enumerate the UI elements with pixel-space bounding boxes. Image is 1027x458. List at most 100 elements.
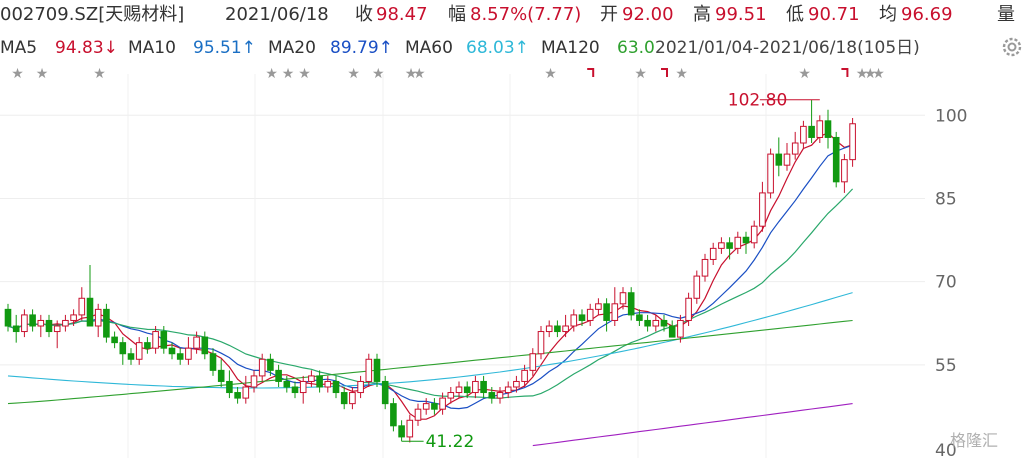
- candle-body: [119, 342, 127, 355]
- candle-body: [357, 380, 364, 394]
- candle-body: [668, 325, 676, 338]
- candle-body: [808, 125, 815, 138]
- y-tick-label: 85: [935, 189, 957, 209]
- candle-body: [529, 353, 537, 371]
- candle: [291, 381, 299, 399]
- candle: [62, 314, 69, 332]
- candle-body: [62, 319, 69, 327]
- ma-legend: MA5 94.83↓ MA10 95.51↑ MA20 89.79↑ MA60 …: [0, 33, 1027, 61]
- candle: [767, 148, 774, 199]
- candle-body: [537, 331, 545, 355]
- candle: [357, 375, 364, 399]
- candle-body: [37, 319, 45, 327]
- candle-body: [693, 275, 701, 299]
- candle: [775, 137, 783, 177]
- candle-body: [554, 325, 561, 333]
- candle: [545, 320, 553, 338]
- candle-body: [783, 153, 791, 166]
- candle-body: [619, 292, 627, 305]
- candle-body: [398, 425, 405, 438]
- y-tick-label: 55: [935, 356, 957, 376]
- candle-body: [406, 419, 414, 438]
- candle: [537, 326, 545, 360]
- candle: [422, 398, 430, 415]
- candle-body: [455, 386, 463, 394]
- avg-value: 96.69: [901, 4, 953, 25]
- quote-date: 2021/06/18: [225, 4, 329, 25]
- candle: [185, 337, 192, 365]
- candle: [431, 398, 438, 415]
- candle-body: [340, 392, 348, 405]
- candle: [759, 181, 766, 232]
- candle: [750, 220, 758, 249]
- candle: [529, 348, 537, 376]
- candle: [734, 231, 742, 254]
- candle-body: [373, 358, 381, 382]
- candle: [742, 231, 750, 254]
- gear-icon[interactable]: [1001, 36, 1023, 58]
- candle-body: [636, 314, 643, 321]
- candle-body: [742, 236, 750, 244]
- event-markers: ★ ★ ★ ★ ★ ★ ★ ★ ★★ ★ ★ ★ ★ ★★★: [11, 66, 885, 82]
- candle-body: [431, 403, 438, 410]
- candle-body: [152, 331, 159, 349]
- candle-body: [586, 308, 594, 321]
- candle-body: [144, 342, 151, 349]
- candle: [709, 242, 717, 265]
- candle: [627, 287, 635, 321]
- quote-header: 002709.SZ[天赐材料] 2021/06/18 收 98.47 幅 8.5…: [0, 0, 1027, 30]
- ma120-line: [7, 319, 853, 405]
- chart-grid: [0, 74, 925, 458]
- flag-marker: [661, 68, 668, 77]
- candle-body: [250, 375, 258, 388]
- candle-body: [316, 375, 323, 388]
- stock-code-name: 002709.SZ[天赐材料]: [0, 4, 185, 25]
- candle-body: [226, 380, 233, 394]
- candle: [398, 420, 405, 442]
- candle: [832, 131, 840, 188]
- star-marker: ★: [265, 66, 278, 82]
- candle: [726, 237, 733, 260]
- candle-body: [496, 392, 504, 399]
- candle-body: [193, 336, 200, 349]
- candle-body: [209, 353, 217, 371]
- candle-body: [267, 358, 274, 371]
- change-value: 8.57%(7.77): [470, 4, 582, 25]
- candle: [373, 353, 381, 387]
- candle-body: [800, 125, 807, 144]
- candle: [37, 314, 45, 338]
- candle-body: [299, 380, 307, 394]
- candle: [562, 314, 569, 338]
- candle-body: [644, 319, 651, 327]
- candle: [12, 314, 20, 343]
- star-marker: ★: [36, 66, 49, 82]
- candle: [554, 320, 561, 338]
- candle-body: [570, 314, 578, 327]
- candle-body: [832, 136, 840, 183]
- moving-average-lines: [7, 132, 854, 447]
- candle-body: [201, 336, 209, 355]
- star-marker: ★: [798, 66, 811, 82]
- y-tick-label: 70: [935, 273, 957, 293]
- candle-body: [234, 392, 241, 399]
- high-label: 高: [693, 4, 711, 25]
- candle: [652, 314, 660, 332]
- high-annotation: 102.80: [728, 91, 787, 111]
- candle-body: [324, 380, 332, 388]
- candle-body: [562, 325, 569, 333]
- candle: [841, 154, 848, 193]
- candle: [636, 309, 643, 326]
- candle-body: [275, 369, 282, 382]
- candle-body: [677, 319, 684, 338]
- candle-body: [78, 297, 86, 316]
- candle-body: [775, 153, 783, 166]
- ma20-label: MA20: [268, 38, 316, 58]
- extreme-annotations: 102.80 41.22: [401, 91, 820, 452]
- candle-body: [521, 369, 528, 382]
- ma5-value: 94.83↓: [55, 38, 118, 58]
- high-value: 99.51: [715, 4, 767, 25]
- candle-body: [12, 325, 20, 333]
- candle-body: [734, 236, 742, 249]
- open-label: 开: [600, 4, 618, 25]
- candle-body: [381, 380, 389, 405]
